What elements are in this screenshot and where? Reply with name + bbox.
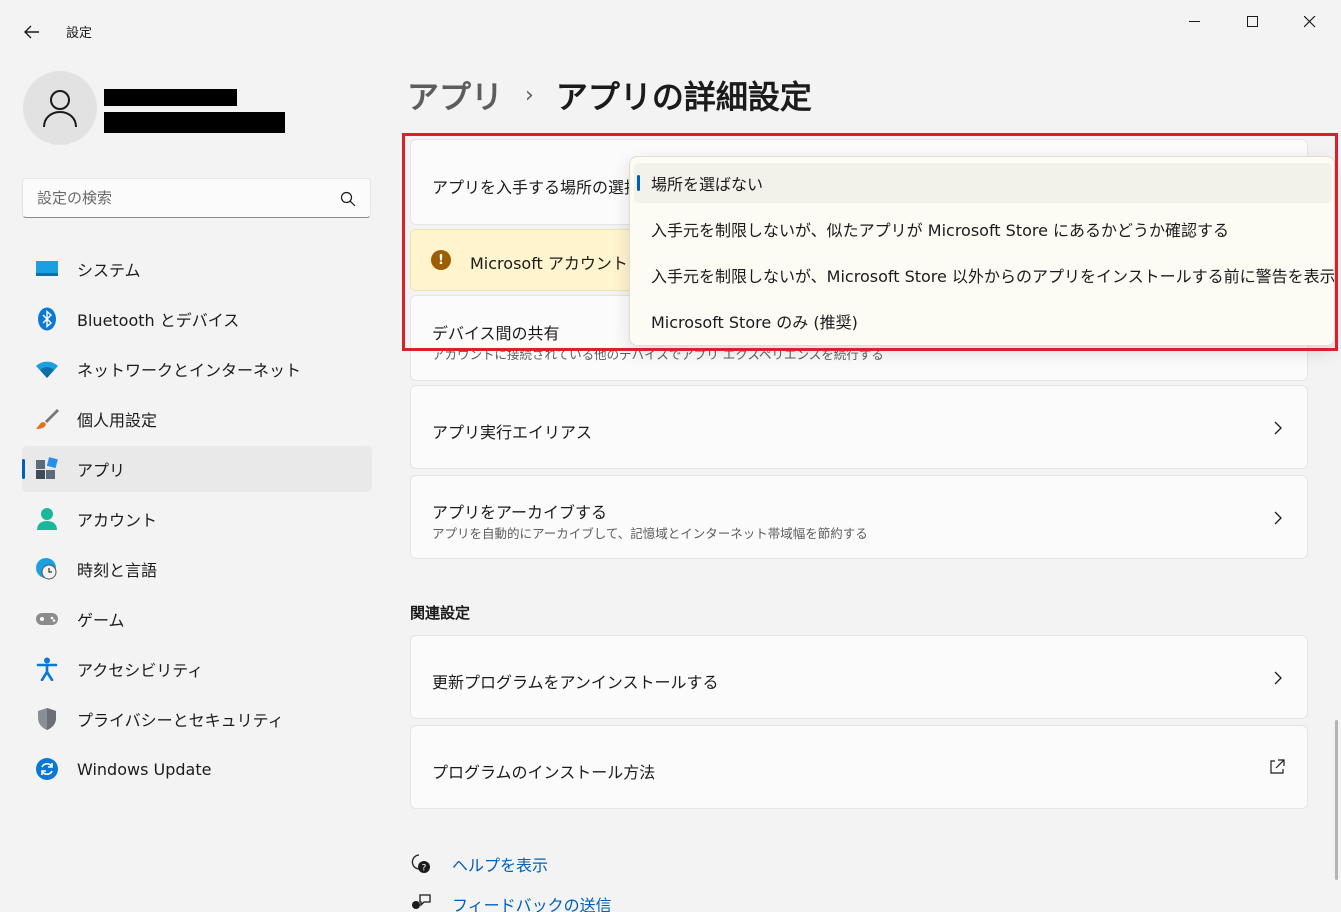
search-input[interactable] [37,187,337,209]
dropdown-option-store-only[interactable]: Microsoft Store のみ (推奨) [634,301,1332,341]
selection-indicator [637,175,640,191]
svg-text:?: ? [422,864,427,874]
minimize-icon [1189,21,1200,22]
warning-icon: ! [431,250,451,270]
page-title: アプリの詳細設定 [555,78,812,116]
sidebar-item-label: 時刻と言語 [77,561,158,580]
redacted-user-email [104,112,285,133]
breadcrumb-separator: › [525,82,534,108]
dropdown-option-label: 入手元を制限しないが、Microsoft Store 以外からのアプリをインスト… [651,267,1335,286]
sidebar-item-apps[interactable]: アプリ [22,446,372,492]
sidebar-item-label: アクセシビリティ [77,661,204,680]
avatar[interactable] [23,71,97,145]
chevron-right-icon [1274,671,1282,685]
sidebar-item-label: ゲーム [77,611,125,630]
brush-icon [35,407,59,431]
user-icon [43,90,77,128]
sidebar-item-accounts[interactable]: アカウント [22,496,372,542]
help-icon: ? [410,853,432,875]
sidebar-item-windows-update[interactable]: Windows Update [22,746,372,792]
settings-window: 設定 システム Bluetooth とデバイス ネットワークとインタ [0,0,1341,912]
sidebar-nav: システム Bluetooth とデバイス ネットワークとインターネット 個人用設… [22,246,372,796]
archive-subtitle: アプリを自動的にアーカイブして、記憶域とインターネット帯域幅を節約する [432,526,868,541]
sidebar-item-personalization[interactable]: 個人用設定 [22,396,372,442]
dropdown-option-anywhere[interactable]: 場所を選ばない [634,163,1332,203]
wifi-icon [35,357,59,381]
sidebar-item-label: システム [77,261,141,280]
help-link-text[interactable]: ヘルプを表示 [452,852,548,876]
sidebar-item-label: プライバシーとセキュリティ [77,711,284,730]
breadcrumb-parent[interactable]: アプリ [407,72,503,118]
uninstall-updates-card[interactable]: 更新プログラムをアンインストールする [410,635,1308,719]
share-subtitle: アカウントに接続されている他のデバイスでアプリ エクスペリエンスを続行する [432,347,884,362]
dropdown-option-check-store[interactable]: 入手元を制限しないが、似たアプリが Microsoft Store にあるかどう… [634,209,1332,249]
breadcrumb: アプリ › アプリの詳細設定 [407,70,812,120]
alias-title: アプリ実行エイリアス [432,423,593,442]
related-settings-heading: 関連設定 [410,604,471,622]
sidebar-item-gaming[interactable]: ゲーム [22,596,372,642]
search-box[interactable] [22,178,371,218]
archive-title: アプリをアーカイブする [432,503,608,522]
minimize-button[interactable] [1172,8,1218,36]
sidebar-item-label: 個人用設定 [77,411,158,430]
chevron-right-icon [1274,421,1282,435]
title-bar: 設定 [0,0,1341,48]
feedback-link-text[interactable]: フィードバックの送信 [452,892,612,912]
sidebar-item-label: アカウント [77,511,158,530]
sidebar-item-accessibility[interactable]: アクセシビリティ [22,646,372,692]
back-arrow-icon [24,25,39,39]
scrollbar[interactable] [1335,720,1338,880]
uninstall-updates-label: 更新プログラムをアンインストールする [432,673,719,692]
sidebar-item-label: Bluetooth とデバイス [77,311,240,330]
window-title: 設定 [66,26,93,41]
maximize-icon [1247,16,1258,27]
sidebar-item-privacy[interactable]: プライバシーとセキュリティ [22,696,372,742]
close-button[interactable] [1287,8,1333,36]
shield-icon [35,707,59,731]
archive-apps-card[interactable]: アプリをアーカイブする アプリを自動的にアーカイブして、記憶域とインターネット帯… [410,475,1308,559]
feedback-link[interactable]: フィードバックの送信 [410,892,612,912]
sidebar-item-network[interactable]: ネットワークとインターネット [22,346,372,392]
warning-text: Microsoft アカウントで [470,254,644,273]
sidebar-item-system[interactable]: システム [22,246,372,292]
source-dropdown-list[interactable]: 場所を選ばない 入手元を制限しないが、似たアプリが Microsoft Stor… [629,156,1335,346]
redacted-user-name [104,89,237,106]
chevron-right-icon [1274,511,1282,525]
selection-indicator [22,459,25,479]
app-execution-aliases-card[interactable]: アプリ実行エイリアス [410,385,1308,469]
sidebar-item-bluetooth[interactable]: Bluetooth とデバイス [22,296,372,342]
back-button[interactable] [18,18,46,46]
share-title: デバイス間の共有 [432,324,560,343]
dropdown-option-label: 場所を選ばない [651,175,764,194]
system-icon [35,257,59,281]
time-language-icon [35,557,59,581]
accessibility-icon [35,657,59,681]
external-link-icon [1270,759,1285,774]
apps-icon [35,457,59,481]
search-icon[interactable] [340,191,356,207]
choose-source-label: アプリを入手する場所の選択 [432,178,641,197]
feedback-icon [410,893,432,912]
sidebar-item-time-language[interactable]: 時刻と言語 [22,546,372,592]
install-method-card[interactable]: プログラムのインストール方法 [410,725,1308,809]
sidebar-item-label: Windows Update [77,759,212,779]
sidebar-item-label: ネットワークとインターネット [77,361,302,380]
dropdown-option-warn-before-install[interactable]: 入手元を制限しないが、Microsoft Store 以外からのアプリをインスト… [634,255,1335,295]
sidebar-item-label: アプリ [77,461,126,480]
account-icon [35,507,59,531]
gamepad-icon [35,607,59,631]
install-method-label: プログラムのインストール方法 [432,763,656,782]
bluetooth-icon [35,307,59,331]
update-icon [35,757,59,781]
close-icon [1304,16,1316,28]
help-link[interactable]: ? ヘルプを表示 [410,852,548,876]
dropdown-option-label: 入手元を制限しないが、似たアプリが Microsoft Store にあるかどう… [651,221,1230,240]
dropdown-option-label: Microsoft Store のみ (推奨) [651,313,858,332]
maximize-button[interactable] [1230,8,1276,36]
